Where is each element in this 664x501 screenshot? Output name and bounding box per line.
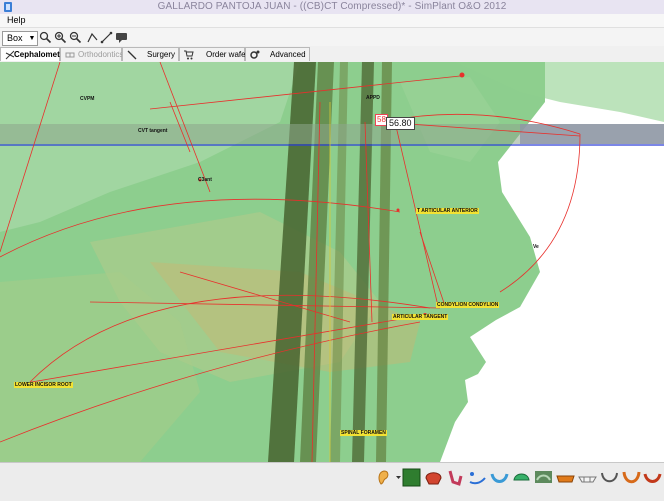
- measurement-callout[interactable]: 56.80: [386, 117, 415, 130]
- object-toolbar: [0, 462, 664, 501]
- dentition-icon[interactable]: [556, 468, 575, 487]
- chevron-down-icon[interactable]: ▼: [28, 33, 36, 44]
- measure-distance-icon[interactable]: [100, 31, 113, 44]
- tab-order-wafer[interactable]: Order wafer: [179, 47, 248, 61]
- mandible-icon[interactable]: [446, 468, 465, 487]
- landmark-label: CVT tangent: [138, 128, 168, 134]
- menu-help[interactable]: Help: [7, 15, 26, 25]
- maxilla-icon[interactable]: [534, 468, 553, 487]
- annotation-icon[interactable]: [115, 31, 128, 44]
- splint-icon[interactable]: [622, 468, 641, 487]
- measure-angle-icon[interactable]: [86, 31, 99, 44]
- cart-icon: [184, 50, 194, 60]
- upper-arch-icon[interactable]: [512, 468, 531, 487]
- ear-icon[interactable]: [374, 468, 393, 487]
- landmark-label: T ARTICULAR ANTERIOR: [416, 208, 479, 214]
- tab-cephalometry[interactable]: Cephalometry: [0, 47, 67, 61]
- title-bar: GALLARDO PANTOJA JUAN - ((CB)CT Compress…: [0, 0, 664, 15]
- scalpel-icon: [127, 50, 137, 60]
- tab-orthodontics[interactable]: Orthodontics: [60, 47, 123, 61]
- tab-bar: Cephalometry Orthodontics Surgery Order …: [0, 46, 664, 63]
- nerve-icon[interactable]: [468, 468, 487, 487]
- zoom-icon[interactable]: [39, 31, 52, 44]
- arch-outline-icon[interactable]: [600, 468, 619, 487]
- menu-bar: Help: [0, 14, 664, 27]
- selection-mode-select[interactable]: Box ▼: [2, 31, 38, 46]
- landmark-label: LOWER INCISOR ROOT: [14, 382, 73, 388]
- landmark-label: Ve: [533, 244, 539, 250]
- landmark-label: CVPM: [80, 96, 95, 102]
- landmark-label: APPD: [366, 95, 380, 101]
- landmark-label: SPINAL FORAMEN: [340, 430, 387, 436]
- landmark-label: ARTICULAR TANGENT: [392, 314, 449, 320]
- landmark-label: CONDYLION CONDYLION: [436, 302, 500, 308]
- landmark-label: C3ant: [198, 177, 212, 183]
- toolbar: Box ▼: [0, 27, 664, 47]
- jaw-icon[interactable]: [643, 468, 662, 487]
- orthodontics-icon: [65, 52, 75, 58]
- color-swatch-icon[interactable]: [396, 468, 422, 487]
- crown-icon[interactable]: [578, 468, 597, 487]
- skull-icon[interactable]: [424, 468, 443, 487]
- zoom-out-icon[interactable]: [69, 31, 82, 44]
- gears-icon: [250, 50, 260, 59]
- skull-soft-tissue-render: [0, 62, 664, 462]
- zoom-in-icon[interactable]: [54, 31, 67, 44]
- tab-surgery[interactable]: Surgery: [122, 47, 179, 61]
- 3d-viewport[interactable]: CVPM CVT tangent C3ant APPD Ve T ARTICUL…: [0, 62, 664, 462]
- tab-advanced[interactable]: Advanced: [245, 47, 310, 61]
- window-title: GALLARDO PANTOJA JUAN - ((CB)CT Compress…: [157, 1, 507, 12]
- lower-arch-icon[interactable]: [490, 468, 509, 487]
